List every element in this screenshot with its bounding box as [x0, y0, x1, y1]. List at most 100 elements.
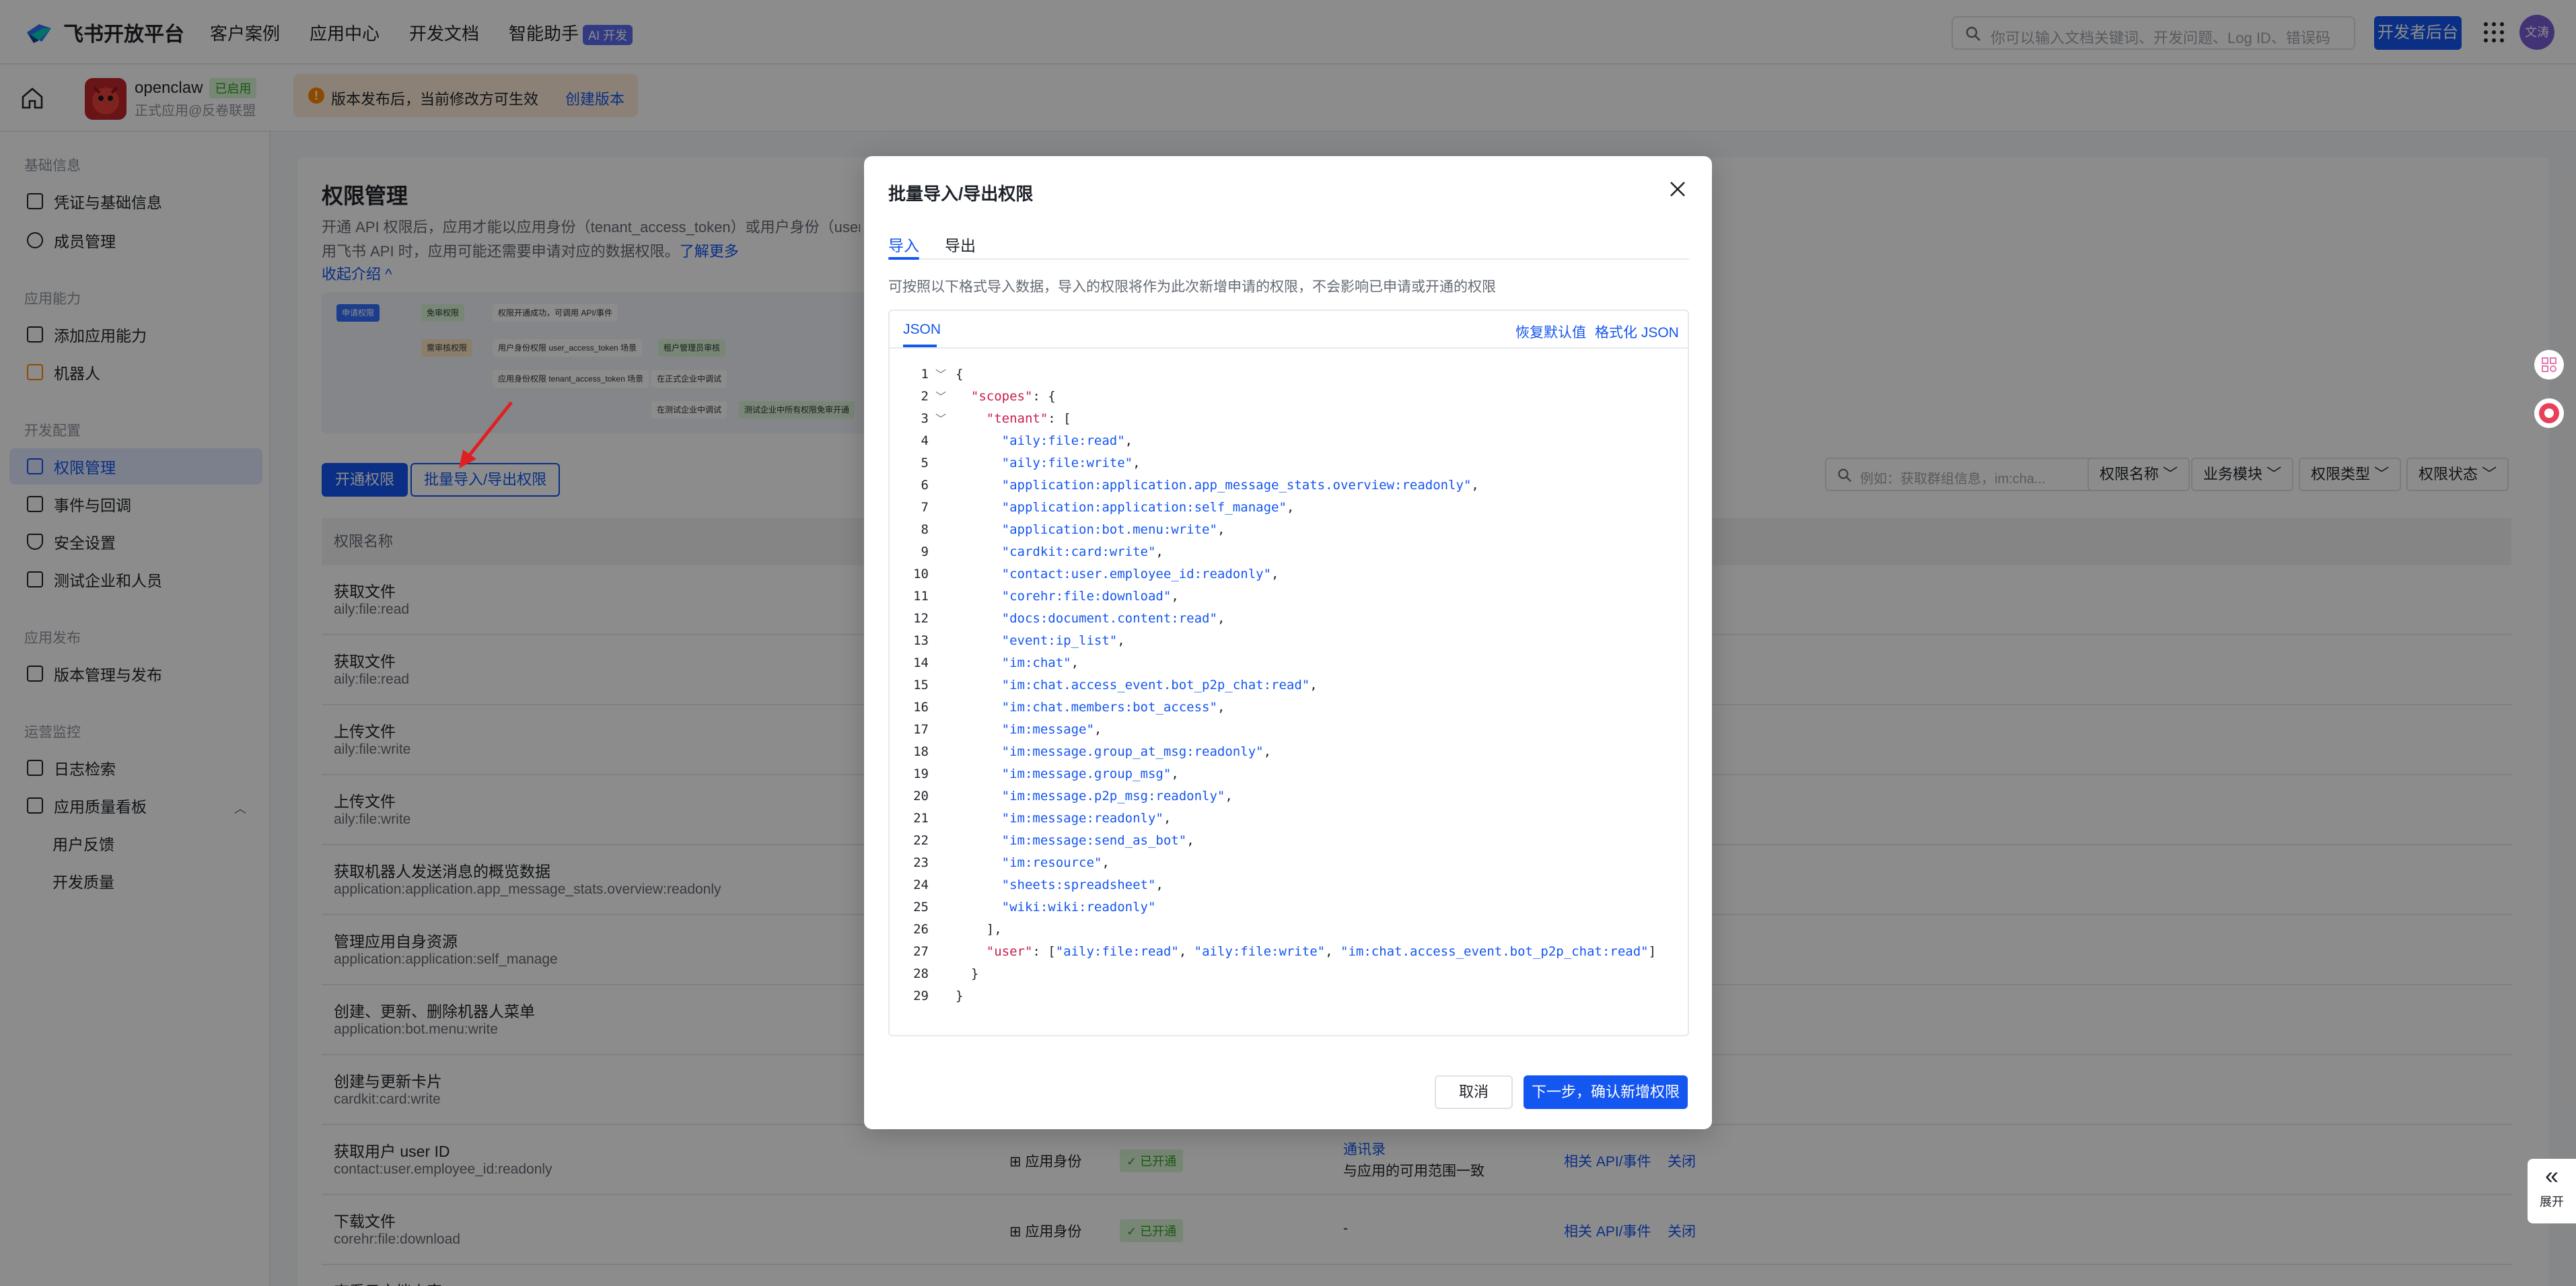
code-text: "im:message.group_at_msg:readonly",	[1001, 744, 1272, 759]
format-json-button[interactable]: 格式化 JSON	[1595, 322, 1679, 342]
code-text: "tenant": [	[986, 411, 1071, 426]
next-confirm-button[interactable]: 下一步，确认新增权限	[1524, 1075, 1688, 1109]
code-line: 2 ﹀ "scopes": {	[890, 386, 1688, 408]
json-editor[interactable]: JSON 恢复默认值 格式化 JSON 1 ﹀{2 ﹀ "scopes": {3 ﹀ …	[888, 310, 1689, 1036]
code-line: 3 ﹀ "tenant": [	[890, 408, 1688, 430]
code-line: 26 ],	[890, 919, 1688, 941]
code-line: 28 }	[890, 963, 1688, 985]
code-line: 29}	[890, 985, 1688, 1007]
line-number: 12	[913, 611, 929, 626]
code-text: "im:chat.access_event.bot_p2p_chat:read"…	[1001, 678, 1318, 692]
code-line: 11 "corehr:file:download",	[890, 585, 1688, 608]
line-number: 17	[913, 722, 929, 737]
tab-export[interactable]: 导出	[945, 233, 976, 256]
code-line: 13 "event:ip_list",	[890, 630, 1688, 652]
fold-chevron-icon[interactable]: ﹀	[935, 363, 946, 386]
code-text: "im:chat.members:bot_access",	[1001, 700, 1225, 715]
code-line: 14 "im:chat",	[890, 652, 1688, 674]
code-line: 1 ﹀ {	[890, 363, 1688, 386]
code-text: }	[956, 989, 964, 1003]
line-number: 8	[921, 522, 929, 537]
code-line: 12 "docs:document.content:read",	[890, 608, 1688, 630]
editor-tab-indicator	[903, 345, 937, 347]
line-number: 3	[921, 411, 929, 426]
expand-panel-button[interactable]: « 展开	[2528, 1159, 2576, 1223]
code-line: 20 "im:message.p2p_msg:readonly",	[890, 785, 1688, 808]
code-line: 18 "im:message.group_at_msg:readonly",	[890, 741, 1688, 763]
tab-import[interactable]: 导入	[888, 233, 919, 256]
line-number: 14	[913, 655, 929, 670]
code-line: 23 "im:resource",	[890, 852, 1688, 874]
code-line: 16 "im:chat.members:bot_access",	[890, 696, 1688, 719]
line-number: 9	[921, 544, 929, 559]
code-line: 10 "contact:user.employee_id:readonly",	[890, 563, 1688, 585]
code-text: "docs:document.content:read",	[1001, 611, 1225, 626]
modal-title: 批量导入/导出权限	[888, 184, 1034, 204]
code-line: 4 "aily:file:read",	[890, 430, 1688, 452]
code-line: 24 "sheets:spreadsheet",	[890, 874, 1688, 896]
line-number: 27	[913, 944, 929, 959]
line-number: 15	[913, 678, 929, 692]
active-tab-indicator	[888, 257, 919, 260]
code-text: "cardkit:card:write",	[1001, 544, 1164, 559]
fold-chevron-icon[interactable]: ﹀	[935, 386, 946, 408]
code-text: "aily:file:write",	[1001, 456, 1141, 470]
code-text: "im:message:readonly",	[1001, 811, 1172, 826]
line-number: 6	[921, 478, 929, 493]
code-text: "im:message.group_msg",	[1001, 766, 1179, 781]
line-number: 22	[913, 833, 929, 848]
double-chevron-left-icon: «	[2544, 1162, 2559, 1189]
apps-icon	[2542, 357, 2556, 372]
code-text: "application:application.app_message_sta…	[1001, 478, 1479, 493]
cancel-button[interactable]: 取消	[1435, 1075, 1513, 1109]
annotation-arrow-icon	[459, 401, 513, 468]
expand-label: 展开	[2540, 1195, 2564, 1209]
fold-chevron-icon[interactable]: ﹀	[935, 408, 946, 430]
line-number: 7	[921, 500, 929, 515]
code-text: "application:application:self_manage",	[1001, 500, 1295, 515]
line-number: 1	[921, 367, 929, 382]
code-line: 25 "wiki:wiki:readonly"	[890, 896, 1688, 919]
code-line: 6 "application:application.app_message_s…	[890, 474, 1688, 497]
line-number: 19	[913, 766, 929, 781]
code-line: 17 "im:message",	[890, 719, 1688, 741]
code-line: 5 "aily:file:write",	[890, 452, 1688, 474]
code-text: "event:ip_list",	[1001, 633, 1125, 648]
close-icon[interactable]	[1668, 179, 1688, 199]
code-text: "im:resource",	[1001, 855, 1110, 870]
code-text: "im:chat",	[1001, 655, 1079, 670]
code-text: "scopes": {	[970, 389, 1056, 404]
code-text: "sheets:spreadsheet",	[1001, 878, 1164, 892]
line-number: 5	[921, 456, 929, 470]
editor-header: JSON 恢复默认值 格式化 JSON	[890, 311, 1688, 349]
line-number: 10	[913, 567, 929, 581]
code-text: "im:message:send_as_bot",	[1001, 833, 1194, 848]
editor-tab-json[interactable]: JSON	[903, 322, 941, 338]
line-number: 24	[913, 878, 929, 892]
line-number: 23	[913, 855, 929, 870]
line-number: 18	[913, 744, 929, 759]
code-line: 22 "im:message:send_as_bot",	[890, 830, 1688, 852]
assistant-icon	[2539, 403, 2559, 423]
line-number: 28	[913, 966, 929, 981]
reset-default-button[interactable]: 恢复默认值	[1515, 322, 1586, 342]
floating-assistant-button[interactable]	[2534, 398, 2564, 428]
import-hint: 可按照以下格式导入数据，导入的权限将作为此次新增申请的权限，不会影响已申请或开通…	[888, 279, 1496, 295]
code-line: 19 "im:message.group_msg",	[890, 763, 1688, 785]
code-line: 8 "application:bot.menu:write",	[890, 519, 1688, 541]
code-text: "im:message.p2p_msg:readonly",	[1001, 789, 1233, 803]
line-number: 21	[913, 811, 929, 826]
code-line: 9 "cardkit:card:write",	[890, 541, 1688, 563]
code-text: "corehr:file:download",	[1001, 589, 1179, 604]
code-line: 21 "im:message:readonly",	[890, 808, 1688, 830]
line-number: 20	[913, 789, 929, 803]
code-text: "wiki:wiki:readonly"	[1001, 900, 1156, 915]
line-number: 4	[921, 433, 929, 448]
code-text: "aily:file:read",	[1001, 433, 1133, 448]
floating-helper-button[interactable]	[2534, 350, 2564, 380]
code-text: "im:message",	[1001, 722, 1102, 737]
code-text: }	[956, 966, 979, 981]
code-line: 7 "application:application:self_manage",	[890, 497, 1688, 519]
batch-import-export-modal: 批量导入/导出权限 导入 导出 可按照以下格式导入数据，导入的权限将作为此次新增…	[864, 156, 1712, 1129]
code-line: 15 "im:chat.access_event.bot_p2p_chat:re…	[890, 674, 1688, 696]
